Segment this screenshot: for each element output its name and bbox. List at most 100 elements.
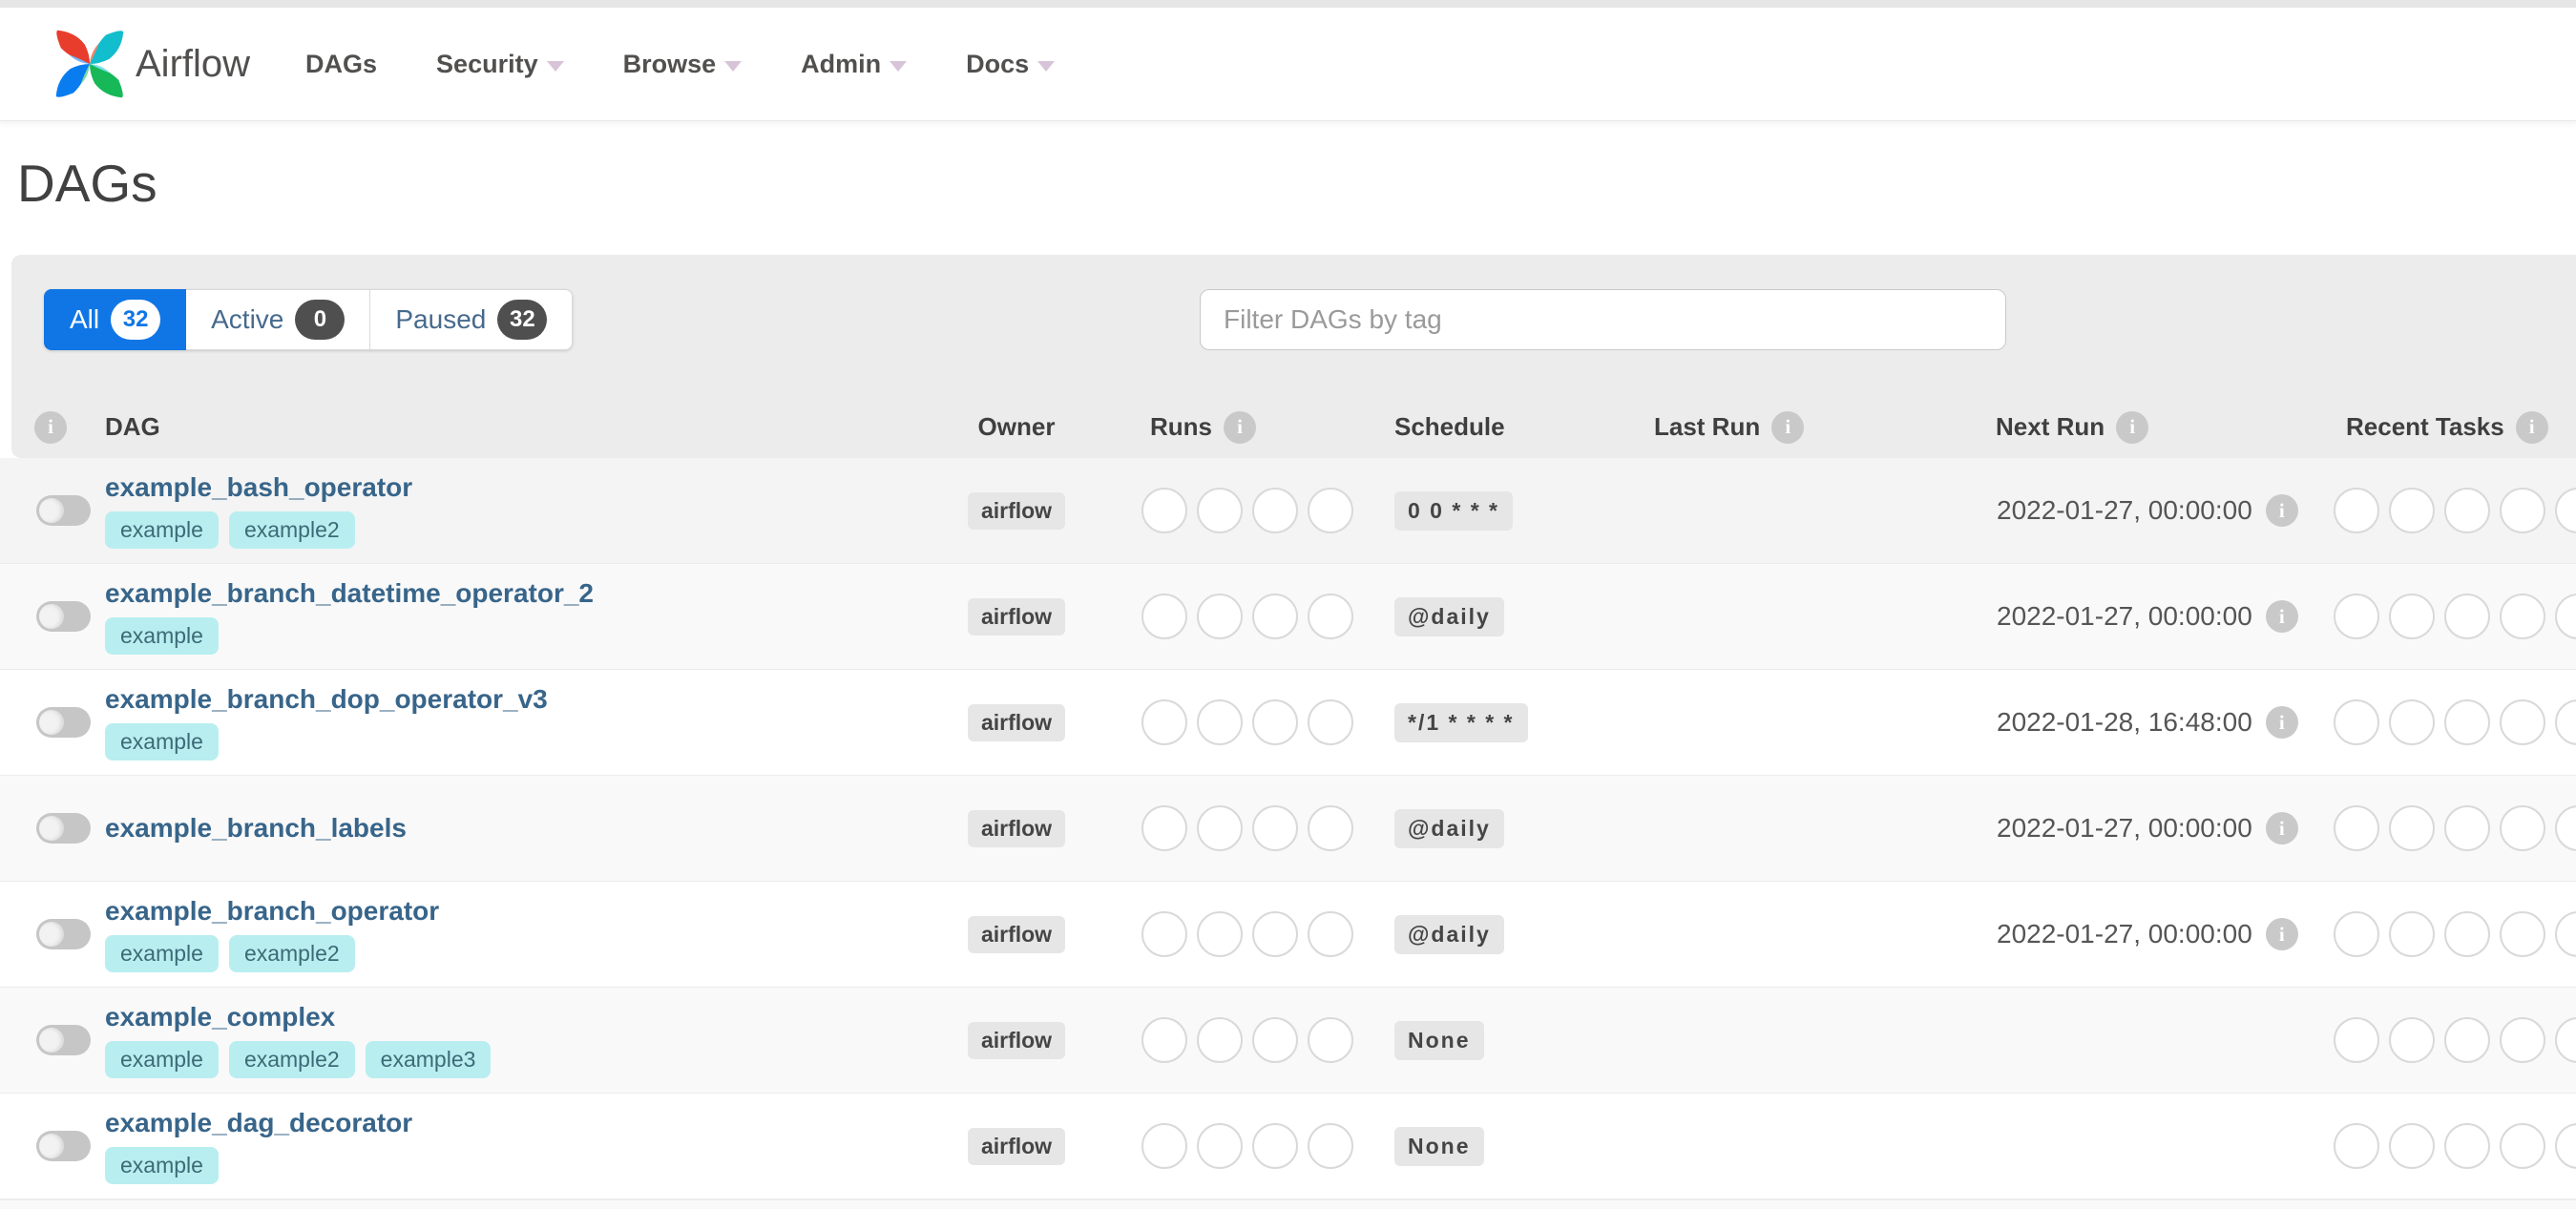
runs-cell: [1079, 805, 1374, 851]
task-state-circle: [2389, 1123, 2435, 1169]
runs-cell: [1079, 488, 1374, 533]
brand-label: Airflow: [136, 42, 251, 85]
next-run-value: 2022-01-27, 00:00:00: [1997, 495, 2252, 525]
task-state-circle: [2555, 1017, 2576, 1063]
dag-link[interactable]: example_dag_decorator: [105, 1108, 412, 1138]
task-state-circle: [2444, 911, 2490, 957]
tag-row: example example2: [105, 935, 954, 972]
dag-name-cell: example_branch_labels: [105, 813, 954, 844]
owner-badge[interactable]: airflow: [967, 1021, 1066, 1059]
task-state-circle: [1141, 1123, 1187, 1169]
dag-tag[interactable]: example: [105, 1041, 219, 1078]
owner-badge[interactable]: airflow: [967, 491, 1066, 530]
dag-link[interactable]: example_branch_datetime_operator_2: [105, 578, 594, 609]
nav-item-dags[interactable]: DAGs: [305, 50, 377, 79]
toggle-knob: [39, 498, 64, 523]
schedule-cell: */1 * * * *: [1374, 702, 1642, 742]
recent-tasks-cell: [2319, 1017, 2576, 1063]
dag-tag[interactable]: example: [105, 723, 219, 761]
tab-all[interactable]: All 32: [44, 289, 187, 350]
task-state-circle: [2444, 699, 2490, 745]
next-run-cell: 2022-01-28, 16:48:00 i: [1976, 706, 2319, 739]
airflow-dags-page: Airflow DAGs Security Browse Admin Docs …: [0, 0, 2576, 1209]
dag-tag[interactable]: example2: [228, 511, 355, 549]
task-state-circle: [2334, 488, 2379, 533]
next-run-value: 2022-01-27, 00:00:00: [1997, 601, 2252, 631]
dag-tag[interactable]: example2: [228, 935, 355, 972]
tag-row: example: [105, 723, 954, 761]
task-state-circle: [2500, 488, 2545, 533]
owner-cell: airflow: [954, 491, 1079, 530]
dag-filter-tabs: All 32 Active 0 Paused 32: [44, 289, 574, 350]
owner-badge[interactable]: airflow: [967, 1127, 1066, 1165]
task-state-circle: [1197, 911, 1243, 957]
dag-pause-toggle[interactable]: [36, 813, 91, 844]
dag-pause-toggle[interactable]: [36, 707, 91, 738]
dag-link[interactable]: example_bash_operator: [105, 472, 412, 503]
schedule-badge: @daily: [1394, 914, 1504, 954]
pause-toggle-cell: [0, 495, 105, 526]
filter-dags-by-tag-input[interactable]: [1200, 289, 2006, 350]
dag-name-cell: example_bash_operatorexample example2: [105, 472, 954, 549]
next-run-cell: 2022-01-27, 00:00:00 i: [1976, 918, 2319, 950]
column-header-schedule: Schedule: [1394, 412, 1505, 441]
schedule-badge: None: [1394, 1126, 1484, 1166]
task-state-circle: [1141, 594, 1187, 639]
dag-pause-toggle[interactable]: [36, 601, 91, 632]
owner-badge[interactable]: airflow: [967, 915, 1066, 953]
nav-item-security[interactable]: Security: [436, 50, 564, 79]
window-edge-strip: [0, 0, 2576, 8]
task-state-circle: [2444, 1017, 2490, 1063]
dag-tag[interactable]: example: [105, 935, 219, 972]
table-row: example_complexexample example2 example3 ai…: [0, 988, 2576, 1094]
dag-tag[interactable]: example: [105, 1147, 219, 1184]
task-state-circle: [2334, 594, 2379, 639]
dag-tag[interactable]: example3: [365, 1041, 492, 1078]
nav-item-admin[interactable]: Admin: [801, 50, 908, 79]
task-state-circle: [2389, 699, 2435, 745]
tab-paused-count: 32: [497, 300, 548, 340]
dag-link[interactable]: example_branch_operator: [105, 896, 439, 927]
task-state-circle: [2444, 488, 2490, 533]
nav-item-docs[interactable]: Docs: [966, 50, 1056, 79]
nav-item-browse[interactable]: Browse: [623, 50, 743, 79]
info-icon: i: [2265, 494, 2298, 527]
runs-cell: [1079, 1123, 1374, 1169]
dag-pause-toggle[interactable]: [36, 919, 91, 949]
recent-tasks-cell: [2319, 911, 2576, 957]
task-state-circle: [1308, 911, 1353, 957]
dag-pause-toggle[interactable]: [36, 1131, 91, 1161]
recent-tasks-cell: [2319, 594, 2576, 639]
dag-pause-toggle[interactable]: [36, 495, 91, 526]
airflow-brand[interactable]: Airflow: [50, 24, 250, 104]
info-icon: i: [1224, 410, 1256, 444]
dags-table-body: example_bash_operator example example2 airf…: [0, 458, 2576, 1199]
owner-badge[interactable]: airflow: [967, 597, 1066, 636]
dag-link[interactable]: example_complex: [105, 1002, 335, 1032]
next-run-value: 2022-01-27, 00:00:00: [1997, 813, 2252, 843]
dag-tag[interactable]: example: [105, 617, 219, 655]
dag-link[interactable]: example_branch_dop_operator_v3: [105, 684, 548, 715]
owner-cell: airflow: [954, 809, 1079, 847]
tab-paused[interactable]: Paused 32: [370, 289, 574, 350]
task-state-circle: [2555, 1123, 2576, 1169]
dag-tag[interactable]: example: [105, 511, 219, 549]
column-header-recent-tasks: Recent Tasks i: [2319, 410, 2576, 444]
task-state-circle: [2500, 594, 2545, 639]
next-run-value: 2022-01-28, 16:48:00: [1997, 707, 2252, 737]
recent-tasks-cell: [2319, 699, 2576, 745]
dag-link[interactable]: example_branch_labels: [105, 813, 407, 844]
recent-tasks-cell: [2319, 805, 2576, 851]
owner-badge[interactable]: airflow: [967, 809, 1066, 847]
task-state-circle: [2555, 699, 2576, 745]
pause-toggle-cell: [0, 1131, 105, 1161]
task-state-circle: [2555, 805, 2576, 851]
chevron-down-icon: [890, 60, 908, 72]
tab-active[interactable]: Active 0: [186, 289, 371, 350]
info-icon: i: [2515, 410, 2548, 444]
task-state-circle: [1308, 1017, 1353, 1063]
dag-pause-toggle[interactable]: [36, 1025, 91, 1055]
owner-badge[interactable]: airflow: [967, 703, 1066, 741]
dag-tag[interactable]: example2: [228, 1041, 355, 1078]
task-state-circle: [2444, 594, 2490, 639]
